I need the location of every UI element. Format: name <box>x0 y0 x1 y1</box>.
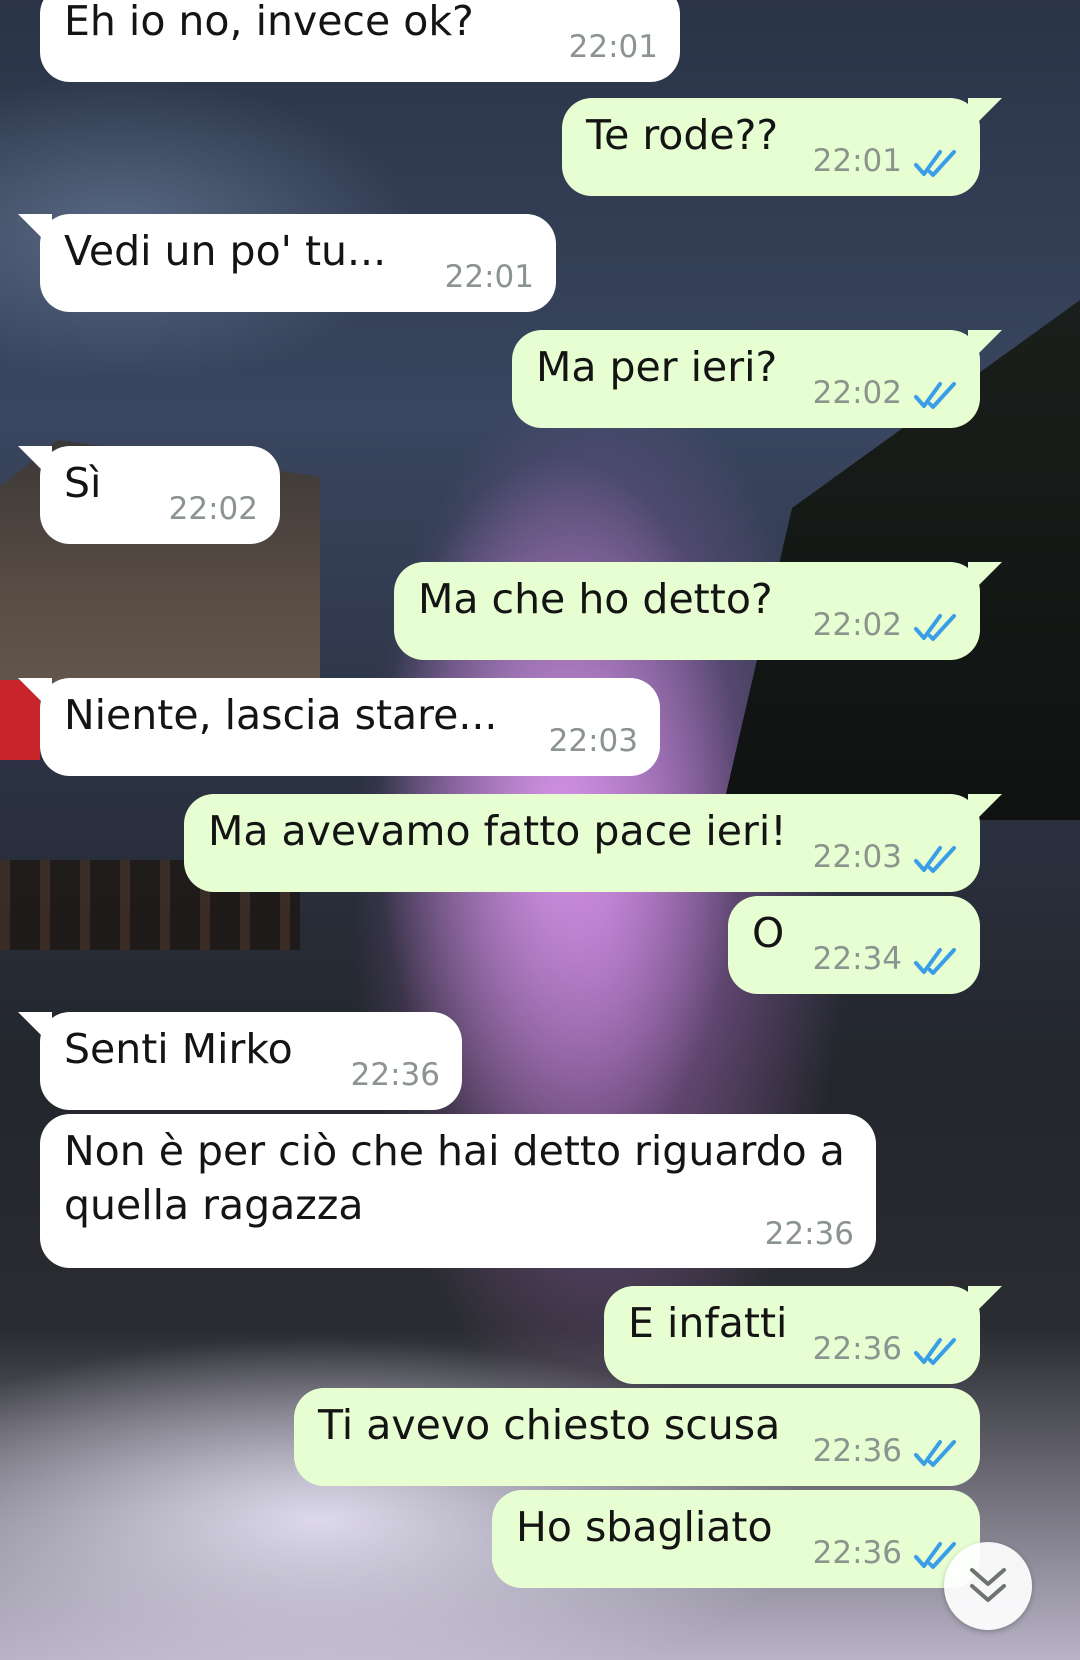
message-bubble-outgoing[interactable]: Ma che ho detto? 22:02 <box>394 562 1002 660</box>
message-time: 22:36 <box>812 1535 902 1571</box>
message-time: 22:36 <box>812 1331 902 1367</box>
message-bubble-outgoing[interactable]: E infatti 22:36 <box>604 1286 1002 1384</box>
message-row: E infatti 22:36 <box>0 1286 1080 1386</box>
message-row: Ma per ieri? 22:02 <box>0 330 1080 430</box>
double-check-icon <box>914 846 956 873</box>
double-check-icon <box>914 150 956 177</box>
message-bubble-incoming[interactable]: Eh io no, invece ok? 22:01 <box>40 0 680 82</box>
double-check-icon <box>914 382 956 409</box>
message-bubble-incoming[interactable]: Sì 22:02 <box>18 446 280 544</box>
message-bubble-incoming[interactable]: Non è per ciò che hai detto riguardo a q… <box>40 1114 876 1268</box>
message-bubble-outgoing[interactable]: Te rode?? 22:01 <box>562 98 1002 196</box>
message-row: Senti Mirko 22:36 <box>0 1012 1080 1112</box>
message-text: E infatti <box>628 1299 788 1347</box>
message-text: Ma per ieri? <box>536 343 778 391</box>
message-time: 22:03 <box>812 839 902 875</box>
message-text: Ho sbagliato <box>516 1503 773 1551</box>
message-row: Ho sbagliato 22:36 <box>0 1490 1080 1590</box>
message-row: Te rode?? 22:01 <box>0 98 1080 198</box>
message-text: Senti Mirko <box>64 1025 293 1073</box>
message-text: Vedi un po' tu... <box>64 227 387 275</box>
message-time: 22:02 <box>812 375 902 411</box>
double-check-icon <box>914 1338 956 1365</box>
message-bubble-incoming[interactable]: Senti Mirko 22:36 <box>18 1012 462 1110</box>
message-text: Non è per ciò che hai detto riguardo a q… <box>64 1127 845 1229</box>
message-time: 22:36 <box>764 1216 854 1252</box>
message-time: 22:02 <box>168 491 258 527</box>
message-bubble-outgoing[interactable]: Ti avevo chiesto scusa 22:36 <box>294 1388 980 1486</box>
message-time: 22:36 <box>812 1433 902 1469</box>
message-text: Ma che ho detto? <box>418 575 773 623</box>
message-text: Eh io no, invece ok? <box>64 0 474 45</box>
message-row: O 22:34 <box>0 896 1080 996</box>
chevron-double-down-icon <box>970 1568 1006 1602</box>
message-bubble-incoming[interactable]: Niente, lascia stare... 22:03 <box>18 678 660 776</box>
message-time: 22:01 <box>812 143 902 179</box>
message-time: 22:01 <box>568 29 658 65</box>
double-check-icon <box>914 1440 956 1467</box>
message-row: Niente, lascia stare... 22:03 <box>0 678 1080 778</box>
message-time: 22:01 <box>444 259 534 295</box>
message-bubble-outgoing[interactable]: O 22:34 <box>728 896 980 994</box>
message-time: 22:34 <box>812 941 902 977</box>
message-time: 22:03 <box>548 723 638 759</box>
message-time: 22:02 <box>812 607 902 643</box>
message-bubble-outgoing[interactable]: Ma per ieri? 22:02 <box>512 330 1002 428</box>
message-text: Te rode?? <box>586 111 779 159</box>
message-text: Niente, lascia stare... <box>64 691 498 739</box>
message-time: 22:36 <box>350 1057 440 1093</box>
scroll-to-bottom-button[interactable] <box>944 1542 1032 1630</box>
message-row: Eh io no, invece ok? 22:01 <box>0 0 1080 84</box>
double-check-icon <box>914 948 956 975</box>
message-text: O <box>752 909 785 957</box>
message-text: Sì <box>64 459 102 507</box>
message-bubble-outgoing[interactable]: Ma avevamo fatto pace ieri! 22:03 <box>184 794 1002 892</box>
message-text: Ma avevamo fatto pace ieri! <box>208 807 787 855</box>
message-row: Sì 22:02 <box>0 446 1080 546</box>
message-row: Ti avevo chiesto scusa 22:36 <box>0 1388 1080 1488</box>
message-row: Vedi un po' tu... 22:01 <box>0 214 1080 314</box>
message-row: Non è per ciò che hai detto riguardo a q… <box>0 1114 1080 1270</box>
message-text: Ti avevo chiesto scusa <box>318 1401 781 1449</box>
message-row: Ma avevamo fatto pace ieri! 22:03 <box>0 794 1080 894</box>
message-bubble-outgoing[interactable]: Ho sbagliato 22:36 <box>492 1490 980 1588</box>
message-row: Ma che ho detto? 22:02 <box>0 562 1080 662</box>
double-check-icon <box>914 614 956 641</box>
message-bubble-incoming[interactable]: Vedi un po' tu... 22:01 <box>18 214 556 312</box>
